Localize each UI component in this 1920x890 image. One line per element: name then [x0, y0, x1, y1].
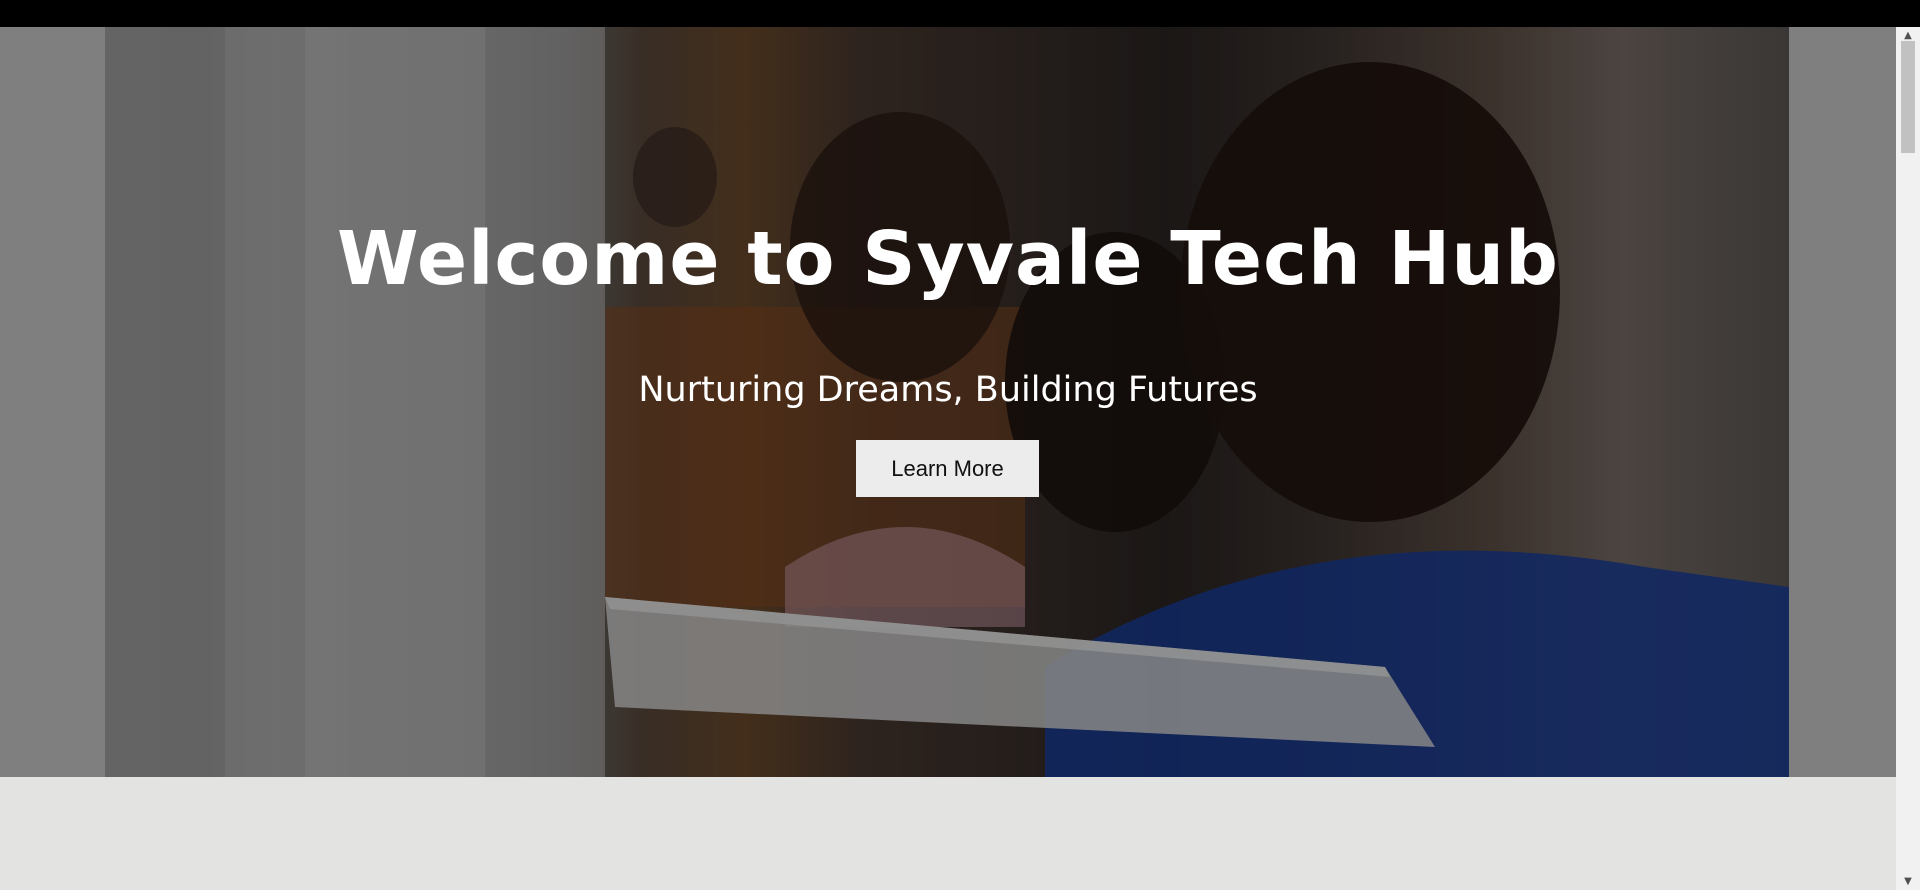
scrollbar-thumb[interactable] — [1901, 41, 1915, 153]
hero-subtitle: Nurturing Dreams, Building Futures — [638, 370, 1258, 410]
learn-more-button[interactable]: Learn More — [856, 440, 1039, 497]
hero-content: Welcome to Syvale Tech Hub Nurturing Dre… — [0, 27, 1896, 777]
hero-section: Welcome to Syvale Tech Hub Nurturing Dre… — [0, 27, 1896, 777]
scroll-down-arrow-icon[interactable]: ▼ — [1896, 873, 1920, 890]
page: Welcome to Syvale Tech Hub Nurturing Dre… — [0, 27, 1896, 890]
vertical-scrollbar[interactable]: ▲ ▼ — [1896, 27, 1920, 890]
hero-title: Welcome to Syvale Tech Hub — [336, 216, 1560, 302]
browser-top-bar — [0, 0, 1920, 27]
